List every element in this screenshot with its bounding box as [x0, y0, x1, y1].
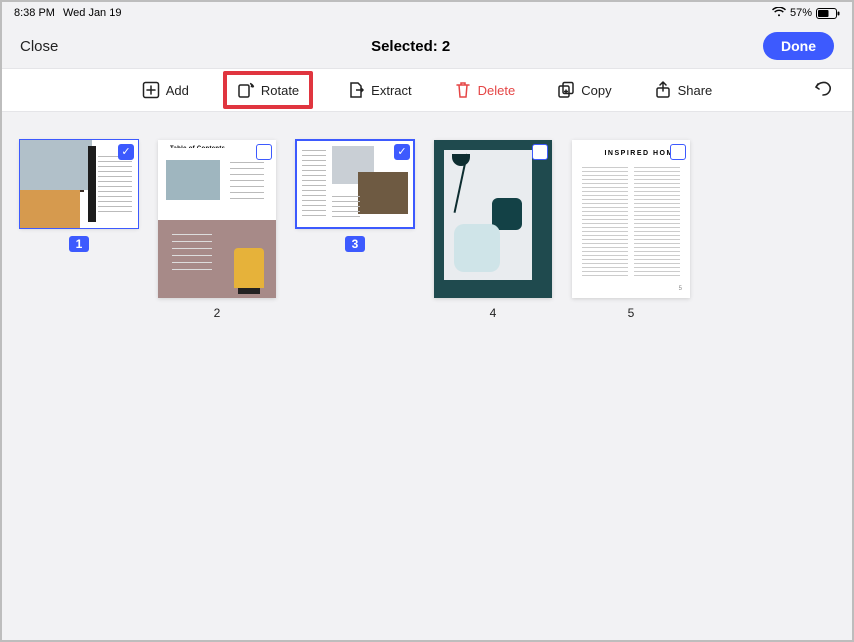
status-time: 8:38 PM: [14, 7, 55, 19]
share-label: Share: [678, 83, 713, 98]
done-button[interactable]: Done: [763, 32, 834, 60]
page-5-title: INSPIRED HOME: [582, 150, 680, 157]
page-number-2: 2: [214, 306, 221, 320]
extract-button[interactable]: Extract: [339, 77, 419, 103]
page-thumb-5[interactable]: INSPIRED HOME 5: [572, 140, 690, 298]
page-grid: 1 Table of Contents 2 3: [2, 112, 852, 640]
battery-icon: [816, 8, 840, 19]
battery-pct: 57%: [790, 7, 812, 19]
delete-label: Delete: [478, 83, 516, 98]
share-button[interactable]: Share: [646, 77, 721, 103]
rotate-icon: [237, 81, 255, 99]
page-checkbox-3[interactable]: [394, 144, 410, 160]
page-thumb-4[interactable]: [434, 140, 552, 298]
copy-button[interactable]: Copy: [549, 77, 619, 103]
share-icon: [654, 81, 672, 99]
page-thumb-2[interactable]: Table of Contents: [158, 140, 276, 298]
wifi-icon: [772, 7, 786, 20]
extract-icon: [347, 81, 365, 99]
status-date: Wed Jan 19: [63, 7, 122, 19]
page-checkbox-5[interactable]: [670, 144, 686, 160]
toolbar: Add Rotate Extract Delete Copy Share: [2, 68, 852, 112]
page-checkbox-4[interactable]: [532, 144, 548, 160]
nav-bar: Close Selected: 2 Done: [2, 24, 852, 68]
page-number-4: 4: [490, 306, 497, 320]
rotate-button[interactable]: Rotate: [223, 71, 313, 109]
page-checkbox-1[interactable]: [118, 144, 134, 160]
undo-button[interactable]: [814, 78, 834, 103]
page-thumb-3[interactable]: [296, 140, 414, 228]
copy-icon: [557, 81, 575, 99]
page-title: Selected: 2: [371, 38, 450, 55]
add-icon: [142, 81, 160, 99]
page-number-5: 5: [628, 306, 635, 320]
page-5-folio: 5: [679, 286, 682, 292]
rotate-label: Rotate: [261, 83, 299, 98]
add-label: Add: [166, 83, 189, 98]
trash-icon: [454, 81, 472, 99]
page-thumb-1[interactable]: [20, 140, 138, 228]
extract-label: Extract: [371, 83, 411, 98]
close-button[interactable]: Close: [20, 38, 58, 55]
status-bar: 8:38 PM Wed Jan 19 57%: [2, 2, 852, 24]
page-number-3: 3: [345, 236, 366, 252]
page-checkbox-2[interactable]: [256, 144, 272, 160]
delete-button[interactable]: Delete: [446, 77, 524, 103]
add-button[interactable]: Add: [134, 77, 197, 103]
page-number-1: 1: [69, 236, 90, 252]
copy-label: Copy: [581, 83, 611, 98]
